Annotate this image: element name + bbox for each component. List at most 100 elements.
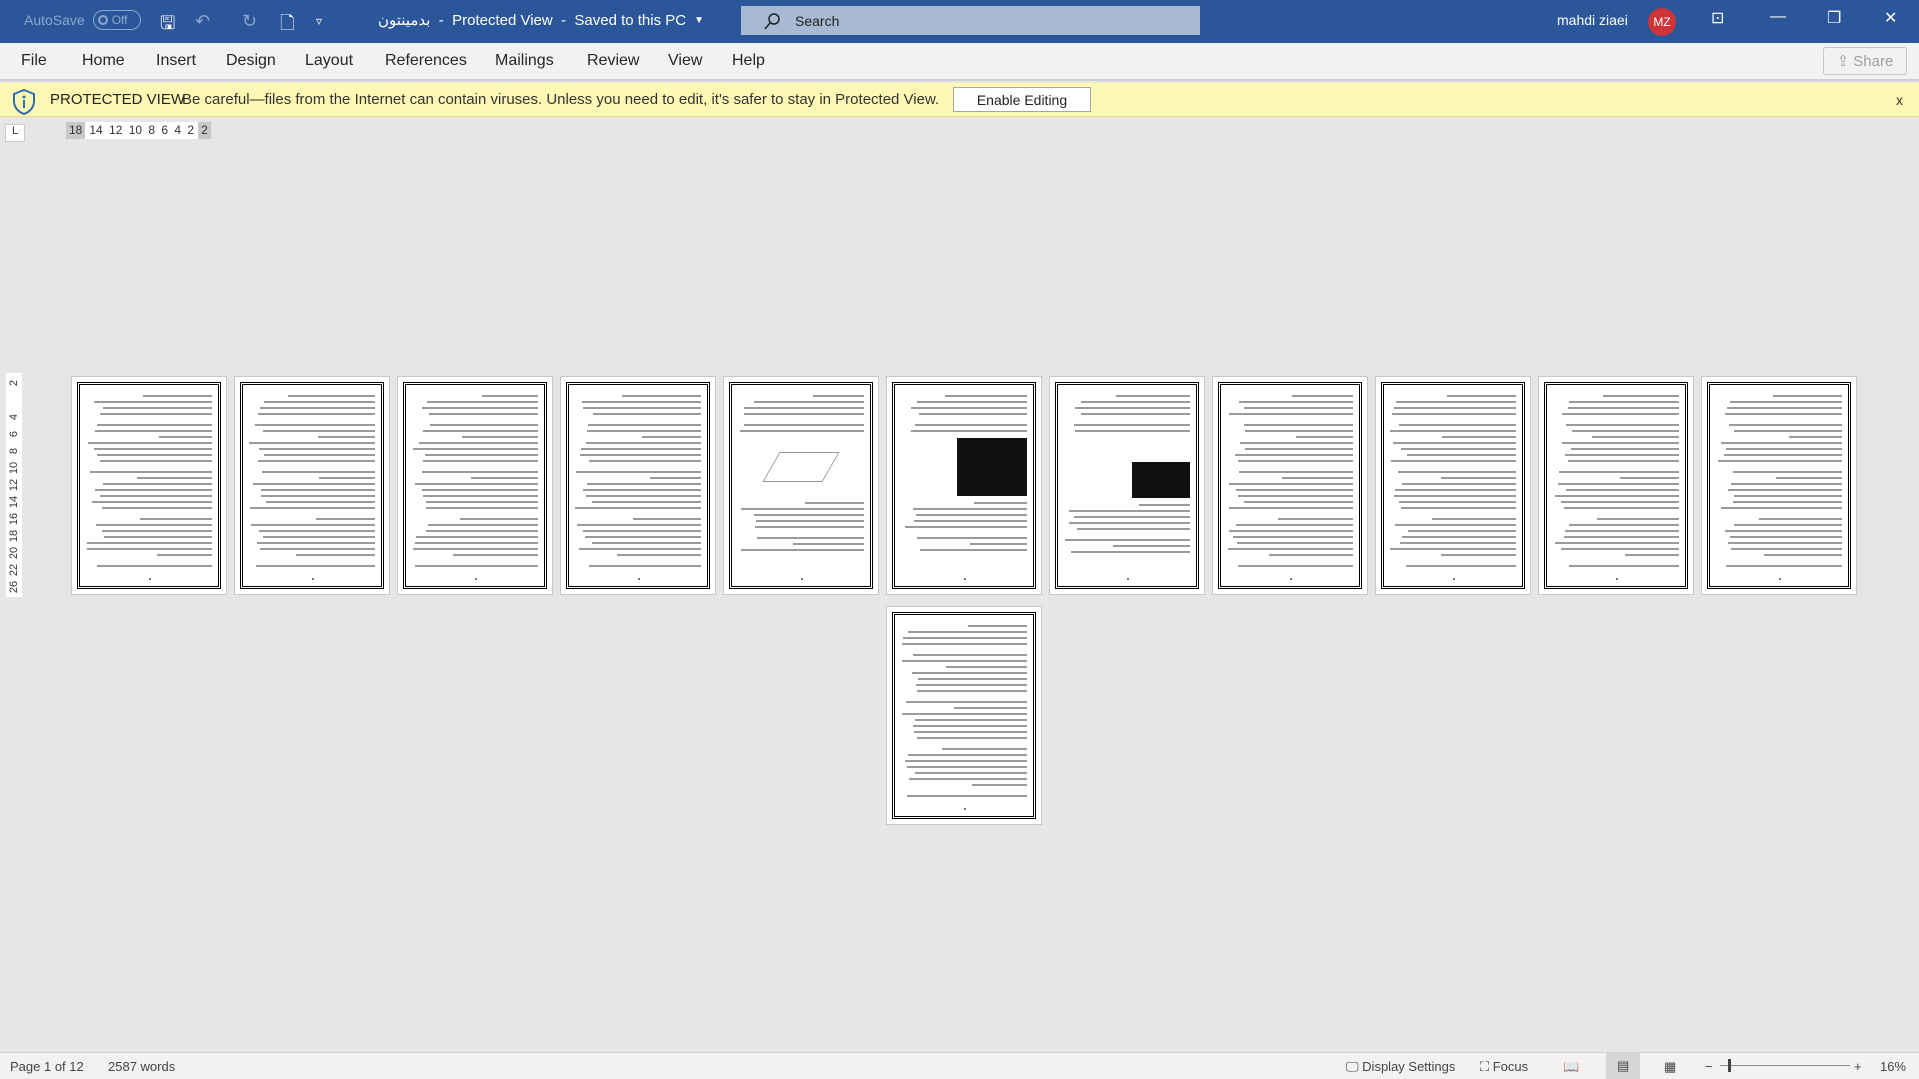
vertical-ruler[interactable]: 2 4 6 8 10 12 14 16 18 20 22 26 <box>6 373 22 597</box>
zoom-slider-thumb[interactable] <box>1728 1059 1731 1072</box>
redo-icon[interactable]: ↻ <box>242 11 257 32</box>
close-bar-icon[interactable]: x <box>1896 92 1903 108</box>
text-line <box>914 772 1027 774</box>
avatar[interactable]: MZ <box>1648 8 1676 36</box>
enable-editing-button[interactable]: Enable Editing <box>953 87 1091 112</box>
display-settings-button[interactable]: 🖵 Display Settings <box>1346 1059 1455 1075</box>
text-line <box>1245 448 1353 450</box>
text-line <box>1394 407 1516 409</box>
text-line <box>650 477 701 479</box>
tab-mailings[interactable]: Mailings <box>495 52 554 70</box>
text-line <box>1390 548 1516 550</box>
undo-icon[interactable]: ↶ <box>195 11 210 32</box>
text-line <box>92 501 212 503</box>
tab-view[interactable]: View <box>668 52 702 70</box>
text-line <box>426 401 538 403</box>
tab-design[interactable]: Design <box>226 52 276 70</box>
customize-toolbar-icon[interactable]: ▿ <box>316 14 322 28</box>
user-name[interactable]: mahdi ziaei <box>1557 12 1628 28</box>
search-box[interactable]: Search <box>741 6 1200 35</box>
text-line <box>913 725 1027 727</box>
read-mode-icon[interactable]: 📖 <box>1563 1059 1579 1075</box>
tab-help[interactable]: Help <box>732 52 765 70</box>
save-icon[interactable]: 🖫 <box>160 11 175 41</box>
text-line <box>1732 501 1842 503</box>
page-thumbnail[interactable] <box>886 606 1042 825</box>
text-line <box>906 766 1027 768</box>
text-line <box>793 543 864 545</box>
text-line <box>259 530 375 532</box>
page-thumbnail[interactable] <box>1049 376 1205 595</box>
text-line <box>103 536 212 538</box>
autosave-toggle[interactable]: AutoSave Off <box>24 10 141 30</box>
text-line <box>1228 530 1353 532</box>
tab-references[interactable]: References <box>385 52 467 70</box>
horizontal-ruler[interactable]: 18 14 12 10 8 6 4 2 2 <box>66 122 211 139</box>
web-layout-icon[interactable]: ▦ <box>1664 1059 1676 1075</box>
text-line <box>901 713 1027 715</box>
text-line <box>1238 565 1353 567</box>
toggle-switch[interactable]: Off <box>92 10 141 30</box>
page-count[interactable]: Page 1 of 12 <box>10 1059 84 1074</box>
zoom-out-icon[interactable]: − <box>1705 1059 1713 1074</box>
text-line <box>264 401 375 403</box>
word-count[interactable]: 2587 words <box>108 1059 175 1074</box>
page-thumbnail[interactable] <box>723 376 879 595</box>
page-number <box>638 578 640 580</box>
zoom-level[interactable]: 16% <box>1880 1059 1906 1074</box>
page-thumbnail[interactable] <box>1538 376 1694 595</box>
text-line <box>415 483 538 485</box>
tab-home[interactable]: Home <box>82 52 125 70</box>
text-line <box>1407 530 1516 532</box>
text-line <box>633 518 701 520</box>
text-line <box>263 536 375 538</box>
close-icon[interactable]: ✕ <box>1884 8 1897 28</box>
focus-button[interactable]: ⛶ Focus <box>1480 1059 1528 1075</box>
text-line <box>1763 554 1842 556</box>
new-document-icon[interactable]: 🗋 <box>280 11 294 41</box>
tab-insert[interactable]: Insert <box>156 52 196 70</box>
text-line <box>1244 424 1353 426</box>
page-thumbnail[interactable] <box>1701 376 1857 595</box>
text-line <box>93 448 212 450</box>
text-line <box>586 442 701 444</box>
zoom-slider[interactable] <box>1720 1059 1850 1072</box>
page-thumbnail[interactable] <box>560 376 716 595</box>
text-line <box>1562 442 1679 444</box>
text-line <box>580 448 701 450</box>
text-line <box>259 448 375 450</box>
text-line <box>1727 489 1842 491</box>
text-line <box>912 672 1027 674</box>
zoom-in-icon[interactable]: + <box>1854 1059 1862 1074</box>
text-line <box>1243 501 1353 503</box>
print-layout-icon[interactable]: ▤ <box>1606 1053 1640 1079</box>
text-line <box>95 489 212 491</box>
tab-selector[interactable]: L <box>5 124 25 142</box>
page-thumbnail[interactable] <box>886 376 1042 595</box>
page-thumbnail[interactable] <box>234 376 390 595</box>
page-thumbnail[interactable] <box>397 376 553 595</box>
restore-icon[interactable]: ❐ <box>1827 8 1841 28</box>
ribbon-display-icon[interactable]: ⊡ <box>1711 8 1724 28</box>
text-line <box>908 778 1027 780</box>
text-line <box>1407 454 1516 456</box>
page-thumbnail[interactable] <box>71 376 227 595</box>
text-line <box>903 637 1027 639</box>
document-title[interactable]: بدمینتون - Protected View - Saved to thi… <box>378 11 704 29</box>
share-button[interactable]: ⇪ Share <box>1823 47 1907 75</box>
page-thumbnail[interactable] <box>1375 376 1531 595</box>
text-line <box>1394 495 1516 497</box>
tab-layout[interactable]: Layout <box>305 52 353 70</box>
tab-review[interactable]: Review <box>587 52 639 70</box>
text-line <box>915 684 1027 686</box>
text-line <box>1398 471 1516 473</box>
text-line <box>1568 460 1679 462</box>
text-line <box>414 542 538 544</box>
text-line <box>261 489 375 491</box>
toggle-state: Off <box>111 13 128 27</box>
tab-file[interactable]: File <box>21 52 47 70</box>
text-line <box>740 430 864 432</box>
page-row <box>886 606 1042 825</box>
minimize-icon[interactable]: — <box>1770 8 1786 26</box>
page-thumbnail[interactable] <box>1212 376 1368 595</box>
